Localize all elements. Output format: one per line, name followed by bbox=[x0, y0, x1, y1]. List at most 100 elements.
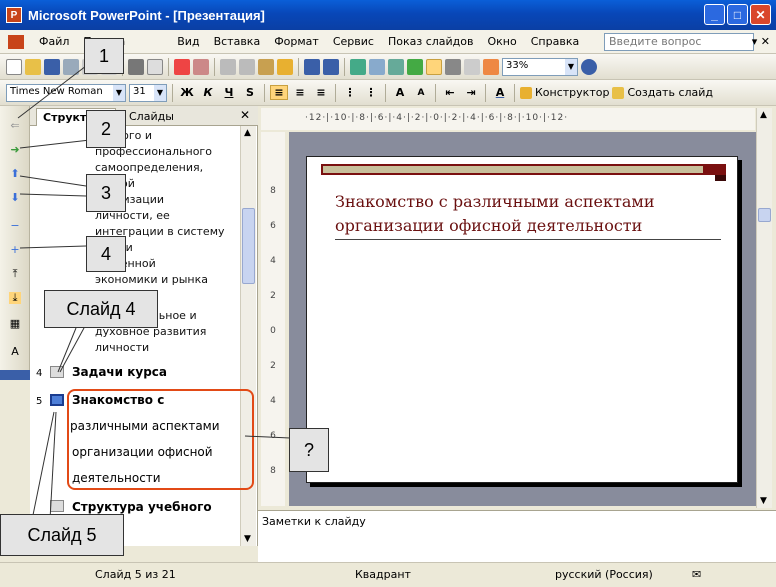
status-design: Квадрант bbox=[355, 568, 411, 581]
callout-1: 1 bbox=[84, 38, 124, 74]
move-up-icon[interactable]: ⬆ bbox=[9, 168, 21, 180]
menu-slideshow[interactable]: Показ слайдов bbox=[381, 35, 481, 48]
decrease-indent-icon[interactable]: ⇤ bbox=[441, 86, 459, 99]
redo-icon[interactable] bbox=[323, 58, 339, 75]
outline-line: личности bbox=[95, 341, 150, 354]
zoom-select[interactable]: 33% ▼ bbox=[502, 57, 578, 76]
increase-indent-icon[interactable]: ⇥ bbox=[462, 86, 480, 99]
print-icon[interactable] bbox=[128, 58, 144, 75]
collapse-all-icon[interactable]: ⤒ bbox=[9, 268, 21, 280]
slide-title-text[interactable]: Знакомство с различными аспектами органи… bbox=[335, 190, 715, 238]
ruler-tick: 4 bbox=[270, 256, 276, 266]
help-icon[interactable] bbox=[581, 58, 597, 75]
shadow-button[interactable]: S bbox=[241, 86, 259, 99]
slide-scrollbar[interactable]: ▲ ▼ bbox=[756, 108, 772, 508]
move-down-icon[interactable]: ⬇ bbox=[9, 192, 21, 204]
expand-icon[interactable]: + bbox=[9, 244, 21, 256]
color-grayscale-icon[interactable] bbox=[483, 58, 499, 75]
font-color-icon[interactable]: A bbox=[491, 86, 509, 99]
numbering-icon[interactable]: ⋮ bbox=[341, 86, 359, 99]
zoom-value: 33% bbox=[506, 59, 529, 71]
window-title: Microsoft PowerPoint - [Презентация] bbox=[28, 7, 265, 23]
summary-slide-icon[interactable]: ▦ bbox=[9, 318, 21, 330]
callout-3: 3 bbox=[86, 174, 126, 212]
menu-format[interactable]: Формат bbox=[267, 35, 326, 48]
new-icon[interactable] bbox=[6, 58, 22, 75]
save-icon[interactable] bbox=[44, 58, 60, 75]
scroll-thumb[interactable] bbox=[242, 208, 255, 284]
expand-all-icon[interactable] bbox=[426, 58, 442, 75]
align-right-icon[interactable]: ≡ bbox=[312, 86, 330, 99]
slide-icon-selected[interactable] bbox=[50, 394, 64, 406]
new-slide-icon bbox=[612, 86, 625, 99]
close-pane-icon[interactable]: ✕ bbox=[240, 108, 250, 122]
underline-button[interactable]: Ч bbox=[220, 86, 238, 99]
increase-font-icon[interactable]: A bbox=[391, 86, 409, 99]
decrease-font-icon[interactable]: A bbox=[412, 88, 430, 98]
demote-icon[interactable]: ➜ bbox=[9, 144, 21, 156]
open-icon[interactable] bbox=[25, 58, 41, 75]
notes-pane[interactable]: Заметки к слайду bbox=[258, 510, 776, 562]
insert-picture-icon[interactable] bbox=[407, 58, 423, 75]
permission-icon[interactable] bbox=[63, 58, 79, 75]
italic-button[interactable]: К bbox=[199, 86, 217, 99]
ruler-tick: 4 bbox=[270, 396, 276, 406]
undo-icon[interactable] bbox=[304, 58, 320, 75]
scroll-thumb[interactable] bbox=[758, 208, 771, 222]
slide-icon[interactable] bbox=[50, 500, 64, 512]
bullets-icon[interactable]: ⋮ bbox=[362, 86, 380, 99]
format-painter-icon[interactable] bbox=[277, 58, 293, 75]
font-value: Times New Roman bbox=[10, 85, 103, 97]
preview-icon[interactable] bbox=[147, 58, 163, 75]
new-slide-button[interactable]: Создать слайд bbox=[612, 86, 713, 99]
minimize-button[interactable]: _ bbox=[704, 4, 725, 25]
maximize-button[interactable]: □ bbox=[727, 4, 748, 25]
scroll-down-icon[interactable]: ▼ bbox=[760, 496, 767, 506]
slide-icon[interactable] bbox=[50, 366, 64, 378]
ruler-tick: 8 bbox=[270, 466, 276, 476]
paste-icon[interactable] bbox=[258, 58, 274, 75]
close-button[interactable]: ✕ bbox=[750, 4, 771, 25]
toolbar-options[interactable] bbox=[0, 370, 30, 380]
bold-button[interactable]: Ж bbox=[178, 86, 196, 99]
slide-canvas[interactable]: Знакомство с различными аспектами органи… bbox=[306, 156, 738, 483]
menu-window[interactable]: Окно bbox=[481, 35, 524, 48]
close-doc-icon[interactable]: ▾ ✕ bbox=[752, 35, 770, 48]
callout-question: ? bbox=[289, 428, 329, 472]
menu-view[interactable]: Вид bbox=[170, 35, 206, 48]
tab-slides[interactable]: Слайды bbox=[123, 108, 180, 126]
menu-insert[interactable]: Вставка bbox=[207, 35, 268, 48]
designer-button[interactable]: Конструктор bbox=[520, 86, 609, 99]
table-icon[interactable] bbox=[369, 58, 385, 75]
chart-icon[interactable] bbox=[350, 58, 366, 75]
document-icon bbox=[8, 34, 24, 49]
menu-file[interactable]: Файл bbox=[32, 35, 76, 48]
show-formatting-icon[interactable] bbox=[445, 58, 461, 75]
collapse-icon[interactable]: − bbox=[9, 220, 21, 232]
outlining-toolbar: ⇐ ➜ ⬆ ⬇ − + ⤒ ⤓ ▦ A bbox=[0, 106, 30, 380]
scroll-up-icon[interactable]: ▲ bbox=[760, 110, 767, 120]
copy-icon[interactable] bbox=[239, 58, 255, 75]
scroll-up-icon[interactable]: ▲ bbox=[244, 128, 251, 138]
scroll-down-icon[interactable]: ▼ bbox=[244, 534, 251, 544]
slide-title[interactable]: Задачи курса bbox=[72, 359, 167, 385]
font-size-select[interactable]: 31 ▼ bbox=[129, 83, 167, 102]
ask-question-input[interactable]: Введите вопрос bbox=[604, 33, 754, 51]
new-slide-label: Создать слайд bbox=[627, 86, 714, 99]
ruler-tick: 0 bbox=[270, 326, 276, 336]
font-select[interactable]: Times New Roman ▼ bbox=[6, 83, 126, 102]
tables-borders-icon[interactable] bbox=[388, 58, 404, 75]
align-center-icon[interactable]: ≡ bbox=[291, 86, 309, 99]
align-left-icon[interactable]: ≡ bbox=[270, 85, 288, 100]
cut-icon[interactable] bbox=[220, 58, 236, 75]
slide-number: 5 bbox=[36, 396, 43, 407]
menu-tools[interactable]: Сервис bbox=[326, 35, 381, 48]
show-formatting-strip-icon[interactable]: A bbox=[9, 346, 21, 358]
research-icon[interactable] bbox=[193, 58, 209, 75]
expand-all-strip-icon[interactable]: ⤓ bbox=[9, 292, 21, 304]
menu-help[interactable]: Справка bbox=[524, 35, 586, 48]
promote-icon[interactable]: ⇐ bbox=[9, 120, 21, 132]
grid-icon[interactable] bbox=[464, 58, 480, 75]
spelling-icon[interactable] bbox=[174, 58, 190, 75]
ruler-tick: 6 bbox=[270, 221, 276, 231]
